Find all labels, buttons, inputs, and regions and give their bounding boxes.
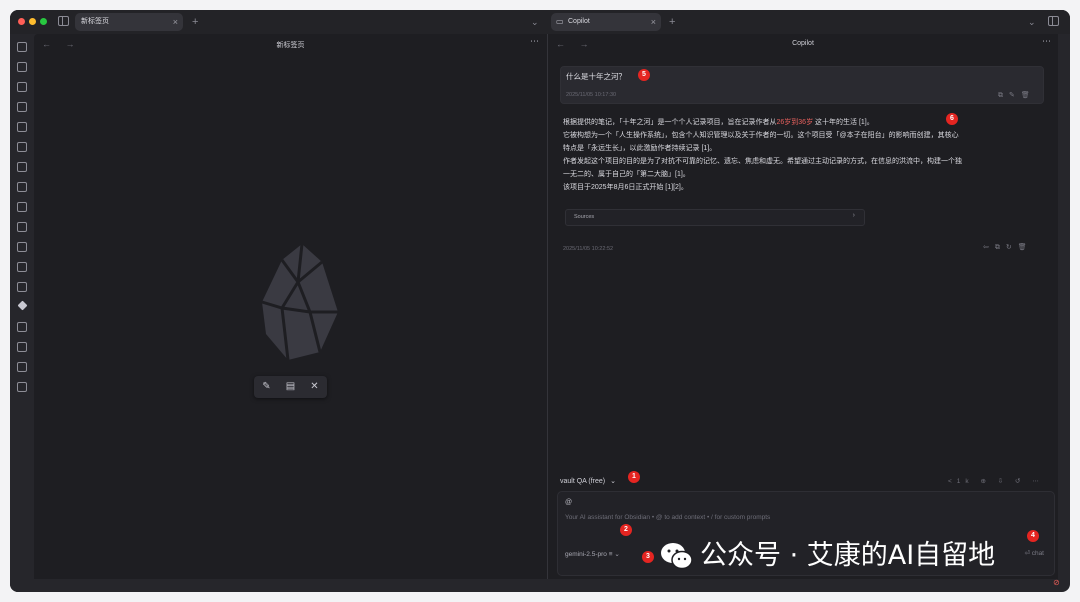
graph-icon[interactable]: [17, 62, 27, 72]
highlighted-text: 26岁到36岁: [776, 119, 814, 126]
minimize-window-button[interactable]: [29, 18, 36, 25]
dashboard-icon[interactable]: [17, 122, 27, 132]
answer-timestamp: 2025/11/05 10:22:52: [563, 246, 614, 252]
chevron-down-icon: ⌄: [610, 478, 616, 485]
close-window-button[interactable]: [18, 18, 25, 25]
right-sidebar-toggle-icon[interactable]: [1048, 16, 1059, 26]
layout-icon[interactable]: [17, 202, 27, 212]
answer-line: 它被构想为一个「人生操作系统」，包含个人知识管理以及关于作者的一切。这个项目受「…: [563, 132, 959, 139]
send-button[interactable]: ⏎ chat: [1024, 549, 1044, 557]
edit-icon[interactable]: ✎: [261, 381, 272, 392]
sun-icon[interactable]: [17, 262, 27, 272]
left-ribbon: [10, 34, 34, 592]
chat-icon: ▭: [556, 17, 564, 26]
calendar-icon[interactable]: [17, 142, 27, 152]
watermark-text: 公众号 · 艾康的AI自留地: [700, 540, 996, 571]
assistant-answer: 根据提供的笔记，「十年之河」是一个个人记录项目，旨在记录作者从26岁到36岁 这…: [563, 116, 1043, 194]
terminal-icon[interactable]: [17, 182, 27, 192]
left-pane: ← → 新标签页 ⋯ ✎ ▤ ✕: [34, 34, 547, 579]
maximize-window-button[interactable]: [40, 18, 47, 25]
input-placeholder: Your AI assistant for Obsidian • @ to ad…: [565, 514, 771, 521]
new-tab-button[interactable]: +: [669, 13, 675, 31]
tab-label: Copilot: [568, 18, 590, 25]
pane-title: 新标签页: [276, 42, 305, 49]
annotation-badge: 2: [620, 524, 632, 536]
network-icon[interactable]: [17, 282, 27, 292]
close-icon[interactable]: ×: [173, 13, 178, 31]
message-actions[interactable]: ⧉✎🗑: [998, 91, 1036, 100]
new-tab-button[interactable]: +: [192, 13, 198, 31]
pane-title: Copilot: [792, 40, 814, 47]
chat-icon[interactable]: [17, 42, 27, 52]
copy-icon[interactable]: [17, 162, 27, 172]
model-selector[interactable]: gemini-2.5-pro ≡ ⌄: [565, 550, 620, 558]
chat-toolbar[interactable]: <1k ⊕ ⇩ ↺ ⋯: [948, 477, 1044, 485]
message-timestamp: 2025/11/05 10:17:30: [566, 92, 617, 98]
wechat-icon: [661, 543, 693, 570]
mode-label: vault QA (free): [560, 478, 606, 485]
tab-copilot[interactable]: ▭ Copilot ×: [551, 13, 661, 31]
more-options-icon[interactable]: ⋯: [1042, 36, 1051, 47]
dollar-icon[interactable]: [17, 242, 27, 252]
answer-actions[interactable]: ⇦⧉↻🗑: [983, 243, 1033, 252]
chevron-down-icon[interactable]: ⌄: [1028, 13, 1036, 31]
app-window: 新标签页 × + ⌄ ▭ Copilot × + ⌄ ← → 新标签页 ⋯ ✎ …: [10, 10, 1070, 592]
answer-line: 一无二的、属于自己的「第二大脑」[1]。: [563, 171, 690, 178]
close-icon[interactable]: ✕: [309, 381, 320, 392]
obsidian-logo: [261, 243, 338, 361]
document-icon[interactable]: [17, 322, 27, 332]
table-icon[interactable]: [17, 382, 27, 392]
tab-new-tab[interactable]: 新标签页 ×: [75, 13, 183, 31]
answer-line: 特点是「永远生长」，以此激励作者持续记录 [1]。: [563, 145, 717, 152]
annotation-badge: 1: [628, 471, 640, 483]
context-count: <1k: [948, 478, 974, 485]
sidebar-toggle-icon[interactable]: [58, 16, 69, 26]
book-icon[interactable]: [17, 342, 27, 352]
answer-line: 该项目于2025年8月6日正式开始 [1][2]。: [563, 184, 688, 191]
close-icon[interactable]: ×: [651, 13, 656, 31]
chevron-right-icon: ›: [852, 212, 855, 219]
mode-selector[interactable]: vault QA (free) ⌄: [560, 477, 616, 485]
floating-toolbar: ✎ ▤ ✕: [254, 376, 327, 398]
tab-label: 新标签页: [81, 18, 109, 25]
pages-icon[interactable]: [17, 222, 27, 232]
copilot-icon[interactable]: [17, 300, 27, 311]
grid-icon[interactable]: [17, 82, 27, 92]
annotation-badge: 6: [946, 113, 958, 125]
sync-status-icon[interactable]: ⊘: [1053, 578, 1060, 587]
add-context-button[interactable]: @: [565, 499, 572, 506]
sources-label: Sources: [574, 214, 595, 220]
question-text: 什么是十年之河？: [566, 72, 626, 81]
annotation-badge: 3: [642, 551, 654, 563]
title-bar: 新标签页 × + ⌄ ▭ Copilot × + ⌄: [10, 10, 1070, 34]
user-message: 什么是十年之河？ 2025/11/05 10:17:30 ⧉✎🗑: [560, 66, 1044, 104]
annotation-badge: 5: [638, 69, 650, 81]
file-icon[interactable]: [17, 102, 27, 112]
annotation-badge: 4: [1027, 530, 1039, 542]
answer-line: 作者发起这个项目的目的是为了对抗不可靠的记忆、遗忘、焦虑和虚无。希望通过主动记录…: [563, 158, 962, 165]
new-file-icon[interactable]: ▤: [285, 381, 296, 392]
home-icon[interactable]: [17, 362, 27, 372]
answer-line: 根据提供的笔记，「十年之河」是一个个人记录项目，旨在记录作者从26岁到36岁 这…: [563, 119, 874, 126]
copilot-pane: ← → Copilot ⋯ 什么是十年之河？ 2025/11/05 10:17:…: [548, 34, 1058, 579]
sources-collapsible[interactable]: Sources ›: [565, 209, 865, 226]
chevron-down-icon[interactable]: ⌄: [531, 13, 539, 31]
more-options-icon[interactable]: ⋯: [530, 36, 539, 47]
